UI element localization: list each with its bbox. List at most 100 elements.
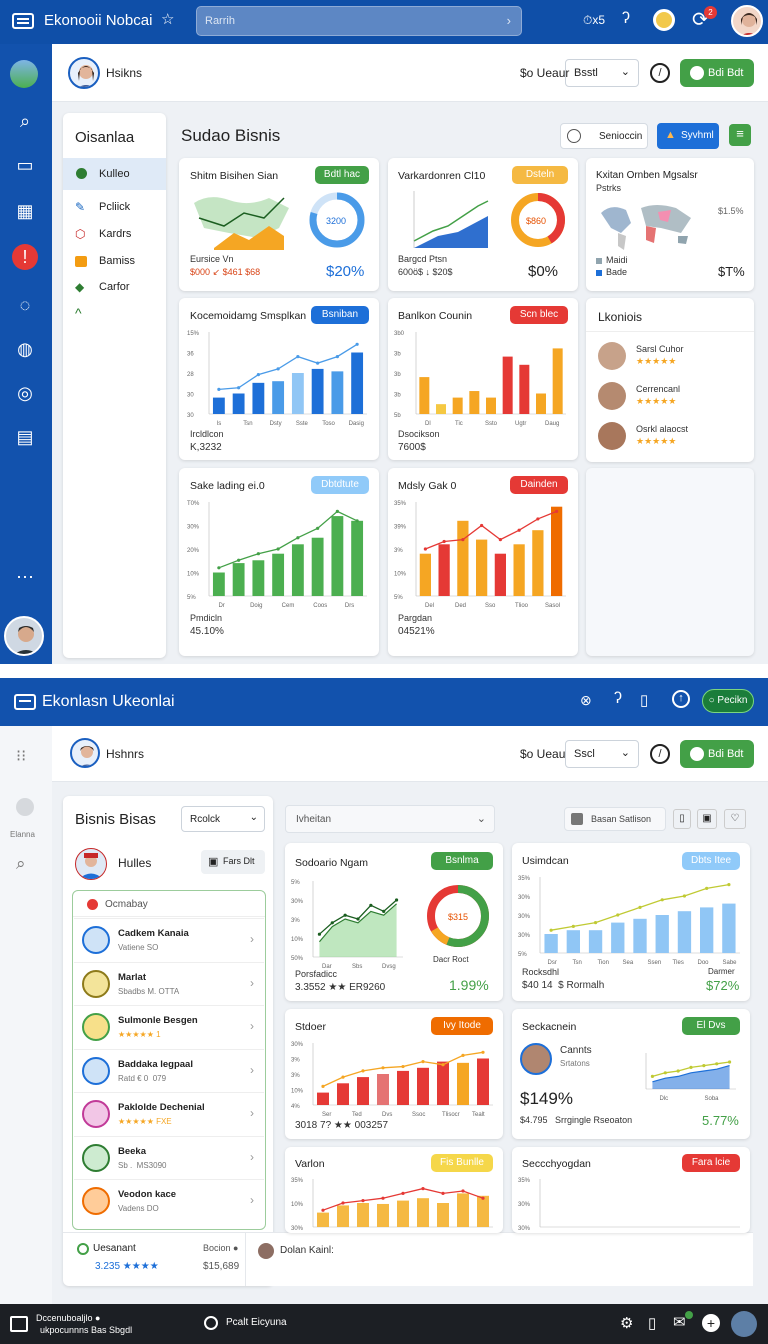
- currency-select[interactable]: Sscl ⌄: [565, 740, 639, 768]
- chat-icon[interactable]: ✉: [673, 1313, 686, 1331]
- person-name: Hulles: [118, 856, 152, 870]
- person-avatar[interactable]: [75, 848, 107, 880]
- list-search[interactable]: Ocmabay: [73, 891, 265, 917]
- filter-right[interactable]: Basan Satlison: [564, 807, 666, 831]
- shield-icon: ⬡: [75, 227, 86, 241]
- person-name: Cerrencanl: [636, 384, 681, 394]
- point: [616, 913, 620, 917]
- sidebar-item[interactable]: ✎ Pcliick: [63, 197, 166, 221]
- list-item[interactable]: Cadkem Kanaia Vatiene SO ›: [74, 918, 264, 961]
- list-item[interactable]: Marlat Sbadbs M. OTTA ›: [74, 961, 264, 1005]
- app-icon[interactable]: [10, 1316, 28, 1332]
- filter-select[interactable]: Ivheitan ⌄: [285, 805, 495, 833]
- card-pill[interactable]: Bsniban: [311, 306, 369, 324]
- card-pill[interactable]: Fara lcie: [682, 1154, 740, 1172]
- list-item[interactable]: Baddaka legpaal Ratd € 0 079 ›: [74, 1048, 264, 1092]
- card-pill[interactable]: Scn blec: [510, 306, 568, 324]
- sidebar-item[interactable]: ⬡ Kardrs: [63, 224, 166, 248]
- card-pill[interactable]: Dbtdtute: [311, 476, 369, 494]
- list-item[interactable]: Beeka Sb . MS3090 ›: [74, 1135, 264, 1179]
- star-icon[interactable]: ☆: [161, 10, 174, 28]
- map-icon[interactable]: ▭: [12, 152, 38, 178]
- globe-logo-icon[interactable]: [10, 60, 38, 88]
- user-avatar[interactable]: [70, 738, 100, 768]
- menu-button[interactable]: ≡: [729, 124, 751, 146]
- avatar[interactable]: [731, 5, 763, 37]
- list-item[interactable]: Veodon kace Vadens DO ›: [74, 1179, 264, 1222]
- caret-up-icon[interactable]: ^: [75, 305, 82, 321]
- grid-icon[interactable]: ▦: [12, 198, 38, 224]
- sidebar-item-active[interactable]: Kulleo: [63, 158, 166, 190]
- dots-grid-icon[interactable]: ⁝⁝: [16, 746, 26, 766]
- card-pill[interactable]: Fis Bunlle: [431, 1154, 493, 1172]
- alert-icon[interactable]: !: [12, 244, 38, 270]
- more-icon[interactable]: ⋯: [12, 564, 38, 590]
- help-icon[interactable]: ʔ: [614, 690, 622, 708]
- action-button[interactable]: Bdi Bdt: [680, 59, 754, 87]
- chat-icon[interactable]: ◌: [12, 292, 38, 318]
- bookmark-icon[interactable]: ▯: [673, 809, 691, 829]
- menu-icon[interactable]: [12, 12, 34, 30]
- chart-icon[interactable]: ▤: [12, 424, 38, 450]
- person-row[interactable]: Cerrencanl ★★★★★: [598, 382, 748, 416]
- card-chart-orange: Mdsly Gak 0 Dainden 35% 39% 3% 10% 5% Del Ded S…: [388, 468, 578, 656]
- sidebar-item[interactable]: ◆ Carfor: [63, 277, 166, 301]
- person-row[interactable]: Osrkl alaocst ★★★★★: [598, 422, 748, 456]
- point: [321, 1084, 325, 1088]
- list-item[interactable]: Paklolde Dechenial ★★★★★ FXE ›: [74, 1092, 264, 1135]
- x-tick-label: Ted: [352, 1112, 362, 1118]
- sidebar-item[interactable]: Bamiss: [63, 251, 166, 275]
- heart-icon[interactable]: ♡: [724, 809, 746, 829]
- bar-line-chart: 15% 36 28 30 30 ls Tsn Dsty Sste Toso Dasig: [187, 331, 367, 427]
- coin-icon[interactable]: [653, 9, 675, 31]
- area-chart: 35% 30% 30%: [518, 1178, 740, 1231]
- chevron-down-icon: ⌄: [620, 747, 630, 759]
- user-avatar[interactable]: [68, 57, 100, 89]
- point: [461, 1053, 465, 1057]
- help-icon[interactable]: ʔ: [622, 10, 630, 28]
- compass-icon[interactable]: /: [650, 744, 670, 764]
- link-icon[interactable]: ⊗: [580, 692, 592, 709]
- bar: [272, 381, 285, 414]
- compass-icon[interactable]: /: [650, 63, 670, 83]
- menu-icon[interactable]: [14, 693, 36, 711]
- currency-select[interactable]: Bsstl ⌄: [565, 59, 639, 87]
- donut-value: 3200: [326, 216, 347, 226]
- primary-button[interactable]: ▲ Syvhml: [657, 123, 719, 149]
- search-input[interactable]: Rarrih ›: [196, 6, 522, 36]
- save-icon[interactable]: ▣: [697, 809, 717, 829]
- rail-avatar[interactable]: [4, 616, 44, 656]
- person-row[interactable]: Sarsl Cuhor ★★★★★: [598, 342, 748, 376]
- card-pill[interactable]: Dainden: [510, 476, 568, 494]
- bar: [722, 903, 736, 953]
- gear-icon[interactable]: ⚙: [620, 1314, 633, 1332]
- world-icon[interactable]: ◍: [12, 336, 38, 362]
- status-text[interactable]: ⏱x5: [583, 13, 605, 28]
- settings-button[interactable]: Senioccin: [560, 123, 648, 149]
- top-button[interactable]: ○ Pecikn: [702, 689, 754, 713]
- panel-button[interactable]: ▣ Fars Dlt: [201, 850, 265, 874]
- search-icon[interactable]: ⌕: [12, 108, 38, 134]
- list-item-sub: ★★★★★ FXE: [118, 1117, 172, 1126]
- action-button[interactable]: Bdi Bdt: [680, 740, 754, 768]
- card-pill[interactable]: Dbts Itee: [682, 852, 740, 870]
- card-pill[interactable]: Dsteln: [512, 166, 568, 184]
- card-pill[interactable]: Bdtl hac: [315, 166, 369, 184]
- copy-icon[interactable]: ▯: [640, 691, 648, 709]
- circle-icon[interactable]: [16, 798, 34, 816]
- panel-select[interactable]: Rcolck ⌄: [181, 806, 265, 832]
- pin-icon[interactable]: [204, 1316, 218, 1330]
- target-icon[interactable]: ◎: [12, 380, 38, 406]
- y-tick-label: 30%: [518, 1202, 531, 1208]
- bar-line-chart: 35% 30% 30% 30% 5% Dsr Tsn Tion Sea Ssen Tles Doo Sa…: [518, 876, 740, 966]
- card-pill[interactable]: Ivy Itode: [431, 1017, 493, 1035]
- avatar[interactable]: [731, 1311, 757, 1337]
- list-item[interactable]: Sulmonle Besgen ★★★★★ 1 ›: [74, 1005, 264, 1048]
- bar: [452, 397, 463, 414]
- copy-icon[interactable]: ▯: [648, 1314, 656, 1332]
- arrow-up-icon[interactable]: ↑: [672, 690, 690, 708]
- search-icon[interactable]: ⌕: [16, 854, 26, 874]
- card-pill[interactable]: El Dvs: [682, 1017, 740, 1035]
- add-icon[interactable]: +: [702, 1314, 720, 1332]
- card-pill[interactable]: Bsnlma: [431, 852, 493, 870]
